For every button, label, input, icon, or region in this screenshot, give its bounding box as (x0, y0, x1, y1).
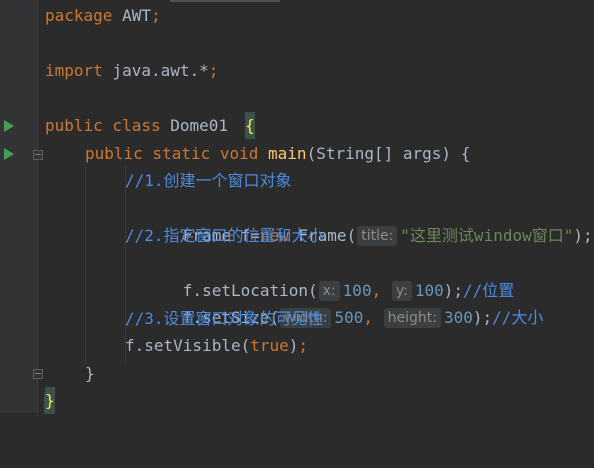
code-line-12[interactable]: //3.设置窗口对象的可见性 (37, 305, 594, 332)
code-line-8[interactable]: Frame f=new Frame(title: "这里测试window窗口"); (37, 195, 594, 246)
code-line-9[interactable]: //2.指定窗口的位置和大小 (37, 222, 594, 249)
code-line-13[interactable]: f.setVisible(true); (37, 332, 594, 359)
line-code: //1.创建一个窗口对象 (125, 167, 292, 194)
code-line-11[interactable]: f.setSize(width: 500, height: 300);//大小 (37, 277, 594, 328)
code-line-15[interactable]: } (37, 387, 594, 414)
keyword-token: ; (208, 61, 219, 80)
keyword-token: public class (45, 116, 161, 135)
code-editor[interactable]: package AWT; import java.awt.*; public c… (37, 0, 594, 414)
keyword-token: ; (150, 6, 161, 25)
code-token: } (85, 364, 95, 383)
code-token: java.awt.* (102, 61, 209, 80)
line-code: //3.设置窗口对象的可见性 (125, 305, 324, 332)
comment-token: //2.指定窗口的位置和大小 (125, 226, 324, 245)
code-token: f.setVisible( (125, 336, 251, 355)
comment-token: //3.设置窗口对象的可见性 (125, 309, 324, 328)
run-class-icon[interactable] (4, 120, 14, 132)
line-code: //2.指定窗口的位置和大小 (125, 222, 324, 249)
keyword-token: package (45, 6, 113, 25)
keyword-token: ; (298, 336, 309, 355)
comment-token: //1.创建一个窗口对象 (125, 171, 292, 190)
line-code: public class Dome01 (45, 112, 238, 139)
code-line-3[interactable]: import java.awt.*; (37, 57, 594, 84)
code-token: ) (288, 336, 299, 355)
line-code: f.setVisible(true); (125, 332, 308, 359)
keyword-token: true (250, 336, 289, 355)
code-line-14[interactable]: } (37, 360, 594, 387)
run-main-icon[interactable] (4, 148, 14, 160)
brace-close-highlighted: } (45, 387, 55, 414)
keyword-token: public static void (85, 144, 259, 163)
code-line-1[interactable]: package AWT; (37, 2, 594, 29)
code-line-6[interactable]: public static void main(String[] args) { (37, 140, 594, 167)
keyword-token: import (45, 61, 103, 80)
code-line-7[interactable]: //1.创建一个窗口对象 (37, 167, 594, 194)
line-code: public static void main(String[] args) { (85, 140, 470, 167)
editor-gutter[interactable] (0, 0, 43, 413)
code-token: (String[] args) { (306, 144, 471, 163)
line-code: package AWT; (45, 2, 161, 29)
code-line-10[interactable]: f.setLocation(x: 100, y: 100);//位置 (37, 250, 594, 301)
code-line-5[interactable]: public class Dome01 { (37, 112, 594, 139)
line-code: } (85, 360, 95, 387)
code-token: Dome01 (160, 116, 238, 135)
code-token: AWT (112, 6, 151, 25)
function-name-token: main (268, 144, 307, 163)
line-code: import java.awt.*; (45, 57, 218, 84)
brace-open-highlighted: { (245, 112, 255, 139)
